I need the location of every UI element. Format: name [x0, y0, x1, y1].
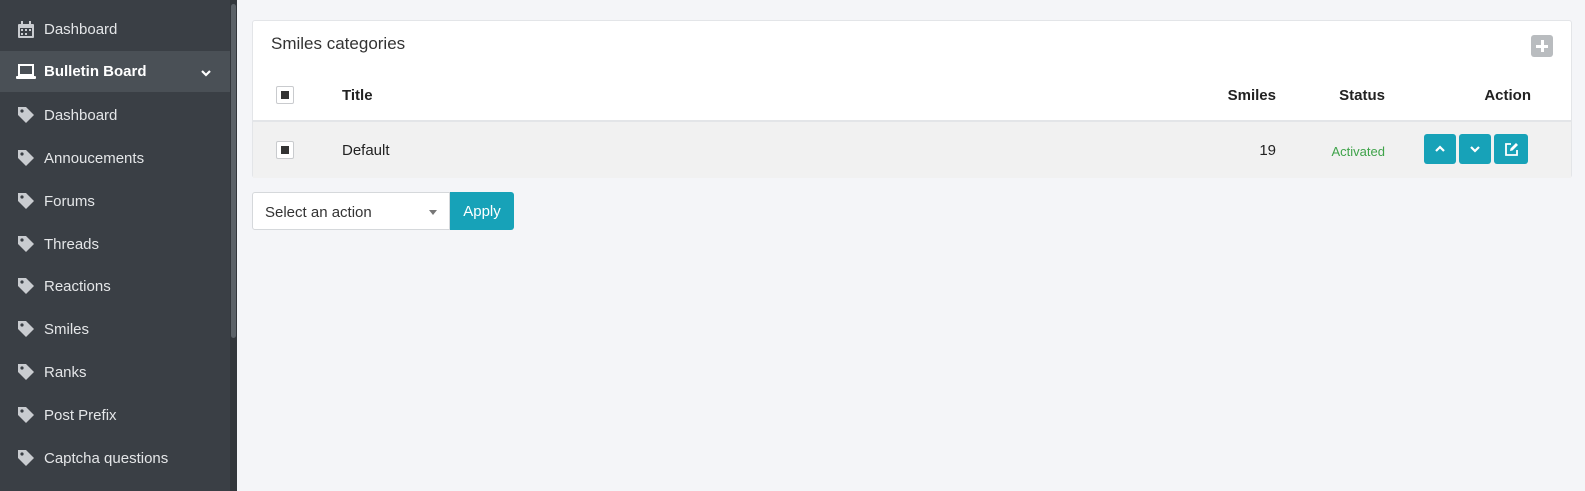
select-all-checkbox[interactable]	[276, 86, 294, 104]
sidebar-item-post-prefix[interactable]: Post Prefix	[0, 395, 230, 435]
card-title: Smiles categories	[271, 34, 406, 53]
sidebar-item-label: Reactions	[44, 277, 111, 295]
status-badge: Activated	[1331, 144, 1385, 159]
tag-icon	[16, 105, 36, 125]
sidebar-item-reactions[interactable]: Reactions	[0, 266, 230, 306]
sidebar-item-ranks[interactable]: Ranks	[0, 352, 230, 392]
tag-icon	[16, 448, 36, 468]
tag-icon	[16, 191, 36, 211]
sidebar-item-label: Dashboard	[44, 20, 118, 38]
row-title[interactable]: Default	[342, 142, 390, 159]
sidebar-item-label: Post Prefix	[44, 406, 117, 424]
add-category-button[interactable]	[1531, 35, 1553, 57]
sidebar-item-threads[interactable]: Threads	[0, 224, 230, 264]
sidebar-item-label: Captcha questions	[44, 449, 169, 467]
sidebar-item-forums[interactable]: Forums	[0, 181, 230, 221]
row-smiles-count: 19	[1259, 142, 1276, 159]
sidebar-item-dashboard[interactable]: Dashboard	[0, 9, 230, 49]
calendar-icon	[16, 19, 36, 39]
row-checkbox[interactable]	[276, 141, 294, 159]
sidebar: Dashboard Bulletin Board Dashboard Annou…	[0, 0, 237, 491]
column-header-title[interactable]: Title	[342, 87, 373, 104]
sidebar-item-smiles[interactable]: Smiles	[0, 309, 230, 349]
sidebar-item-bulletin-board[interactable]: Bulletin Board	[0, 51, 230, 92]
chevron-up-icon	[1435, 145, 1445, 152]
sidebar-item-label: Threads	[44, 235, 100, 253]
smiles-categories-card: Smiles categories Title Smiles Status Ac…	[252, 20, 1572, 178]
column-header-status[interactable]: Status	[1339, 87, 1385, 104]
tag-icon	[16, 362, 36, 382]
edit-icon	[1504, 142, 1518, 156]
tag-icon	[16, 319, 36, 339]
sidebar-item-label: Annoucements	[44, 149, 145, 167]
sidebar-item-captcha-questions[interactable]: Captcha questions	[0, 438, 230, 478]
move-up-button[interactable]	[1424, 134, 1456, 164]
column-header-action: Action	[1484, 87, 1531, 104]
laptop-icon	[16, 62, 36, 82]
bulk-action-select-value: Select an action	[265, 204, 372, 221]
caret-down-icon	[429, 210, 437, 215]
tag-icon	[16, 276, 36, 296]
bulk-action-select[interactable]: Select an action	[252, 192, 450, 230]
sidebar-item-label: Forums	[44, 192, 95, 210]
sidebar-item-label: Ranks	[44, 363, 87, 381]
sidebar-scrollbar[interactable]	[230, 0, 237, 491]
sidebar-item-label: Smiles	[44, 320, 90, 338]
sidebar-scrollbar-thumb[interactable]	[231, 4, 236, 338]
apply-button[interactable]: Apply	[450, 192, 514, 230]
sidebar-item-bb-dashboard[interactable]: Dashboard	[0, 95, 230, 135]
chevron-down-icon	[1470, 146, 1480, 153]
tag-icon	[16, 234, 36, 254]
column-header-smiles[interactable]: Smiles	[1228, 87, 1276, 104]
table-row: Default 19 Activated	[253, 122, 1571, 178]
sidebar-item-label: Bulletin Board	[44, 63, 147, 80]
sidebar-item-label: Dashboard	[44, 106, 118, 124]
chevron-down-icon	[200, 66, 212, 78]
move-down-button[interactable]	[1459, 134, 1491, 164]
sidebar-item-annoucements[interactable]: Annoucements	[0, 138, 230, 178]
tag-icon	[16, 148, 36, 168]
tag-icon	[16, 405, 36, 425]
edit-button[interactable]	[1494, 134, 1528, 164]
